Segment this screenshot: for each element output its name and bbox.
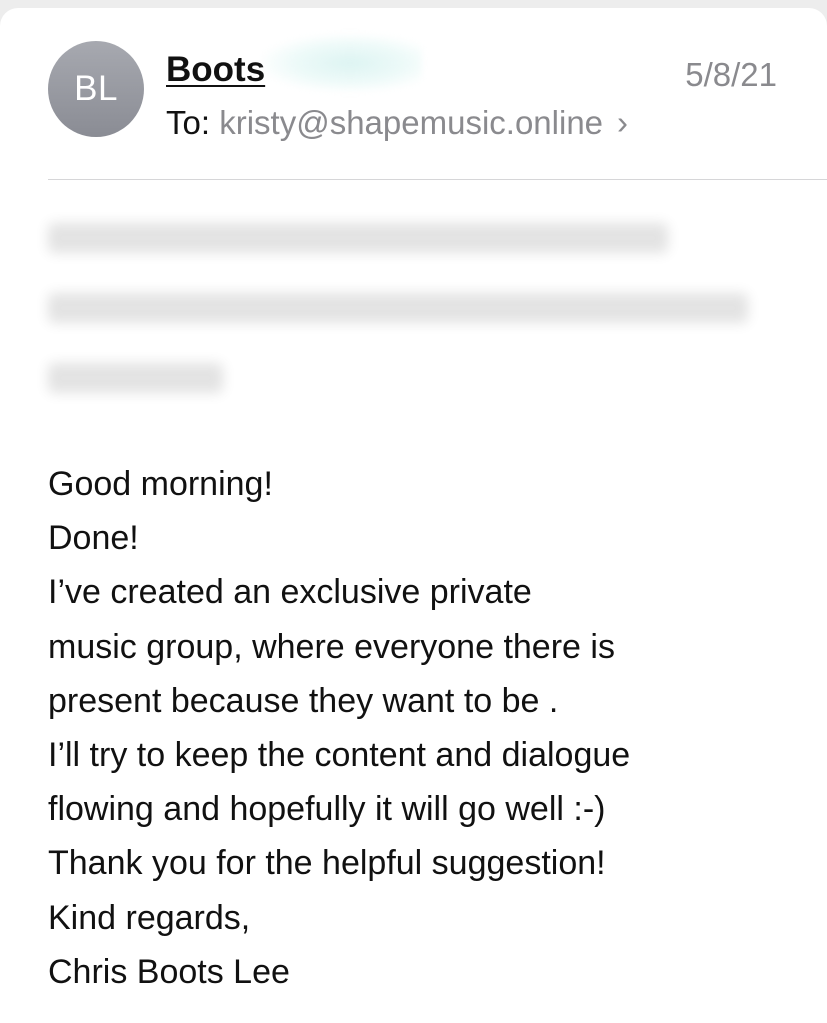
sender-name[interactable]: Boots	[166, 50, 265, 90]
redaction-blur	[262, 34, 422, 92]
email-view: BL Boots 5/8/21 To: kristy@shapemusic.on…	[0, 8, 827, 1023]
redacted-subject-blur	[48, 203, 778, 403]
body-line: flowing and hopefully it will go well :-…	[48, 790, 606, 829]
body-line: I’ll try to keep the content and dialogu…	[48, 736, 631, 775]
to-label: To:	[166, 104, 211, 141]
message-date: 5/8/21	[685, 56, 777, 93]
body-line: music group, where everyone there is	[48, 627, 615, 666]
sender-avatar[interactable]: BL	[48, 41, 144, 137]
body-line: Chris Boots Lee	[48, 952, 290, 991]
message-body: Good morning! Done! I’ve created an exclus…	[48, 457, 808, 999]
body-line: I’ve created an exclusive private	[48, 573, 532, 612]
header-divider	[48, 179, 827, 180]
body-line: Thank you for the helpful suggestion!	[48, 844, 606, 883]
recipient-address: kristy@shapemusic.online	[219, 104, 604, 141]
recipient-row[interactable]: To: kristy@shapemusic.online ›	[166, 104, 628, 142]
body-line: present because they want to be .	[48, 681, 559, 720]
body-line: Done!	[48, 519, 139, 558]
message-header: BL Boots 5/8/21 To: kristy@shapemusic.on…	[0, 8, 827, 180]
chevron-right-icon[interactable]: ›	[617, 104, 628, 141]
body-line: Kind regards,	[48, 898, 251, 937]
body-line: Good morning!	[48, 465, 273, 503]
